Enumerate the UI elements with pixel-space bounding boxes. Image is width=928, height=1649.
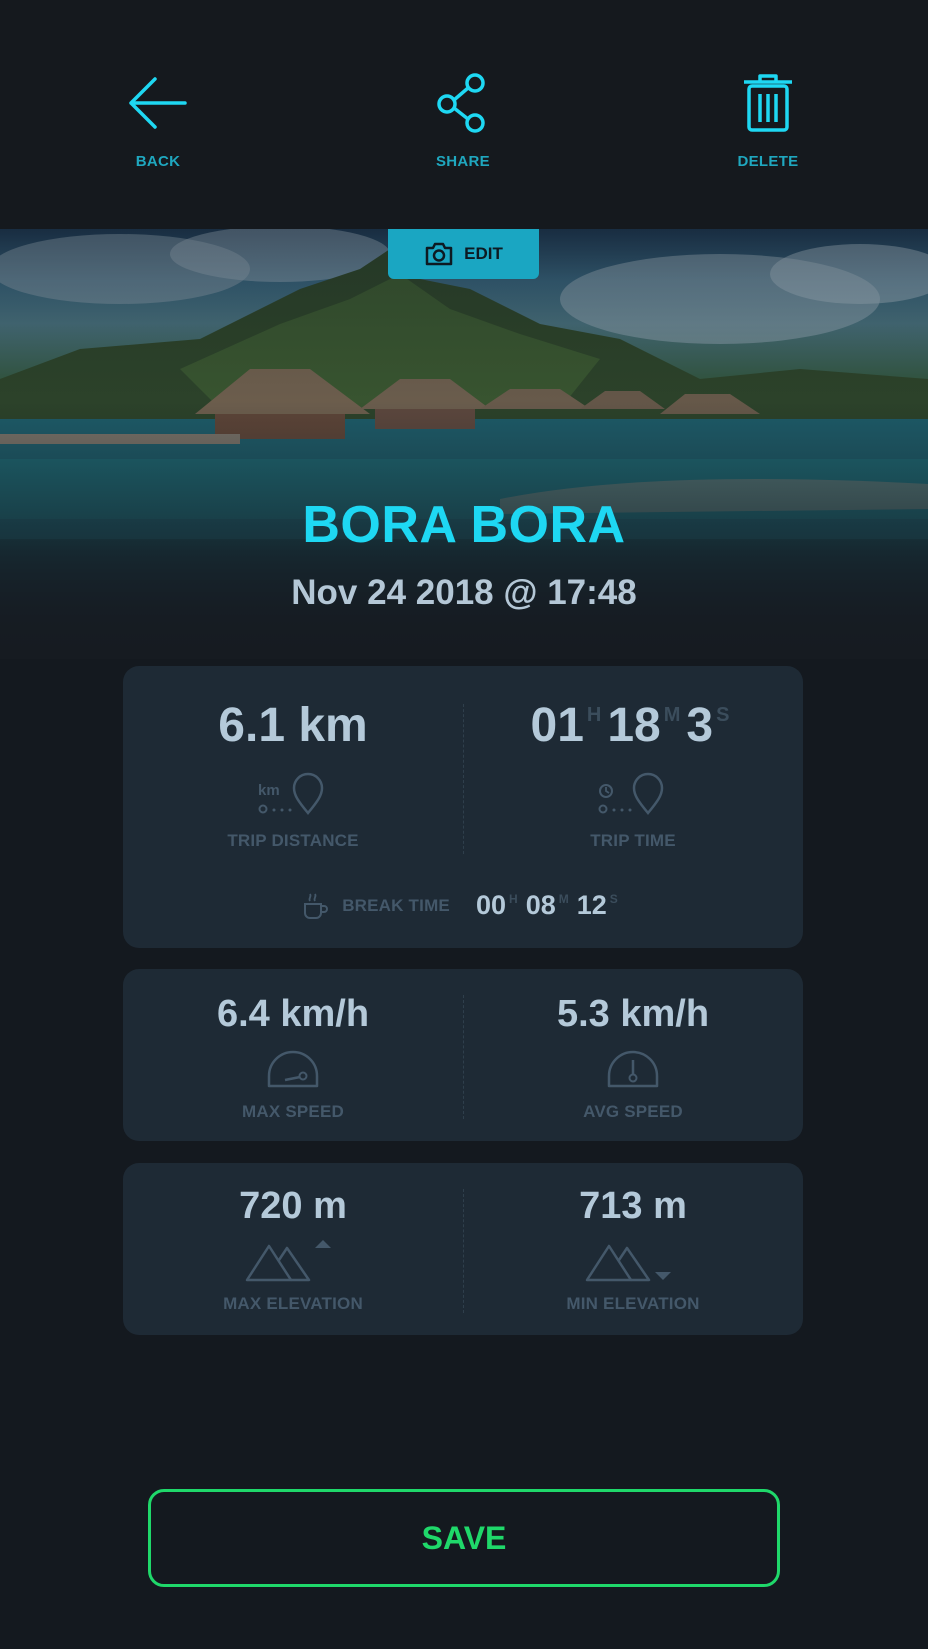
avg-speed-stat: 5.3 km/h AVG SPEED (463, 993, 803, 1122)
save-button[interactable]: SAVE (148, 1489, 780, 1587)
mountain-down-icon (585, 1244, 671, 1282)
trip-time-value: 01 H 18 M 3 S (531, 698, 736, 753)
trip-time-seconds: 3 (686, 699, 714, 752)
back-button[interactable]: BACK (88, 70, 228, 180)
back-label: BACK (135, 153, 181, 170)
break-time-row: BREAK TIME 00 H 08 M 12 S (123, 890, 803, 921)
break-time-seconds-unit: S (609, 892, 618, 906)
share-button[interactable]: SHARE (393, 70, 533, 180)
trip-datetime: Nov 24 2018 @ 17:48 (291, 573, 637, 612)
camera-icon (425, 242, 453, 266)
trip-distance-stat: 6.1 km km TRIP DISTANCE (123, 698, 463, 851)
max-elevation-label: MAX ELEVATION (223, 1294, 363, 1313)
speed-card: 6.4 km/h MAX SPEED 5.3 km/h AVG SPEED (123, 969, 803, 1141)
speedometer-max-icon (267, 1050, 319, 1088)
break-time-minutes: 08 (525, 890, 556, 920)
trip-summary-card: 6.1 km km TRIP DISTANCE 01 H 18 M 3 S TRIP TI… (123, 666, 803, 948)
top-toolbar: BACK SHARE DELETE (0, 0, 928, 229)
trip-time-hours: 01 (530, 699, 584, 752)
max-elevation-stat: 720 m MAX ELEVATION (123, 1185, 463, 1314)
share-label: SHARE (435, 153, 490, 170)
edit-photo-button[interactable]: EDIT (388, 229, 539, 279)
share-icon (430, 70, 496, 136)
speedometer-avg-icon (607, 1050, 659, 1088)
trip-time-stat: 01 H 18 M 3 S TRIP TIME (463, 698, 803, 851)
elevation-card: 720 m MAX ELEVATION 713 m MIN ELEVATION (123, 1163, 803, 1335)
min-elevation-stat: 713 m MIN ELEVATION (463, 1185, 803, 1314)
edit-label: EDIT (464, 244, 503, 263)
trip-time-label: TRIP TIME (590, 831, 676, 850)
trip-time-seconds-unit: S (716, 704, 730, 726)
delete-label: DELETE (737, 153, 799, 170)
break-time-label: BREAK TIME (342, 895, 450, 915)
min-elevation-label: MIN ELEVATION (566, 1294, 700, 1313)
coffee-cup-icon (304, 893, 329, 919)
min-elevation-value: 713 m (579, 1185, 687, 1227)
distance-pin-icon: km (258, 772, 324, 815)
trip-title: BORA BORA (302, 496, 626, 554)
break-time-hours-unit: H (509, 892, 518, 906)
trip-time-minutes: 18 (607, 699, 661, 752)
break-time-minutes-unit: M (558, 892, 569, 906)
distance-icon-unit: km (258, 782, 280, 799)
trip-time-minutes-unit: M (663, 704, 681, 726)
max-speed-value: 6.4 km/h (216, 993, 370, 1035)
trash-icon (735, 70, 801, 136)
trip-distance-value: 6.1 km (218, 699, 368, 752)
break-time-hours: 00 (475, 890, 507, 920)
mountain-up-icon (245, 1240, 331, 1282)
break-time-value: 00 H 08 M 12 S (476, 890, 624, 921)
max-elevation-value: 720 m (239, 1185, 347, 1227)
break-time-seconds: 12 (576, 890, 607, 920)
trip-distance-label: TRIP DISTANCE (227, 831, 359, 850)
delete-button[interactable]: DELETE (698, 70, 838, 180)
trip-time-hours-unit: H (586, 704, 602, 726)
avg-speed-value: 5.3 km/h (556, 993, 710, 1035)
arrow-left-icon (125, 70, 191, 136)
max-speed-label: MAX SPEED (242, 1102, 344, 1121)
time-pin-icon (598, 772, 664, 815)
avg-speed-label: AVG SPEED (583, 1102, 683, 1121)
max-speed-stat: 6.4 km/h MAX SPEED (123, 993, 463, 1122)
